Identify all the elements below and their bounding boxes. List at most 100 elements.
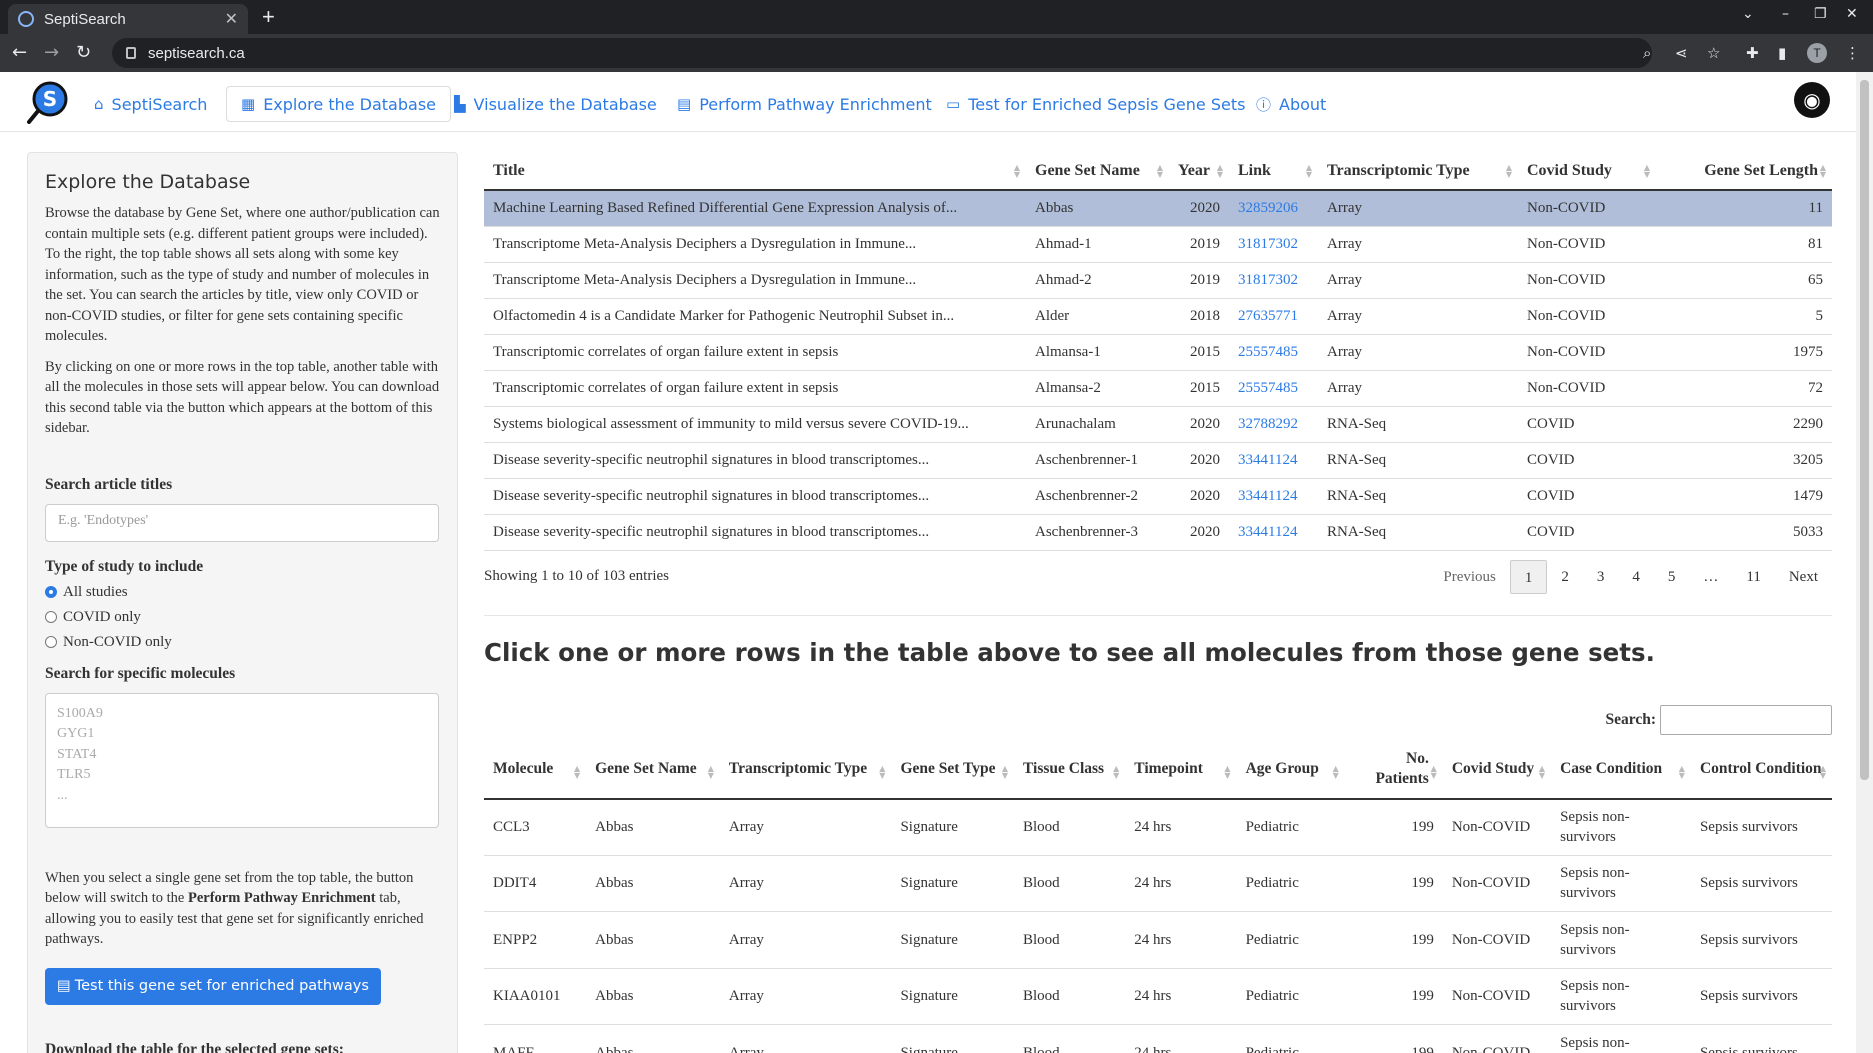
col-covid-study[interactable]: Covid Study ▲ ▼	[1442, 740, 1552, 800]
browser-menu-icon[interactable]: ⋮	[1845, 44, 1860, 62]
table-row[interactable]: Transcriptome Meta-Analysis Deciphers a …	[484, 262, 1832, 299]
col-molecule[interactable]: Molecule ▲ ▼	[484, 740, 587, 800]
cell-gene-set-type: Signature	[891, 798, 1014, 856]
cell-link[interactable]: 25557485	[1229, 370, 1318, 407]
bookmark-star-icon[interactable]: ☆	[1707, 44, 1720, 62]
study-type-label: Type of study to include	[45, 557, 204, 575]
nav-visualize-database[interactable]: ▙ Visualize the Database	[440, 86, 671, 122]
nav-explore-database[interactable]: ▦ Explore the Database	[226, 86, 451, 122]
septisearch-logo[interactable]: S	[26, 80, 70, 124]
profile-avatar[interactable]: T	[1807, 43, 1827, 63]
col-age-group[interactable]: Age Group ▲ ▼	[1236, 740, 1345, 800]
url-text: septisearch.ca	[148, 44, 245, 62]
cell-link[interactable]: 33441124	[1229, 442, 1318, 479]
minimize-icon[interactable]: –	[1782, 6, 1789, 22]
col-transcriptomic-type[interactable]: Transcriptomic Type ▲ ▼	[719, 740, 892, 800]
table-row[interactable]: Systems biological assessment of immunit…	[484, 406, 1832, 443]
col-gene-set-name[interactable]: Gene Set Name ▲ ▼	[1026, 152, 1169, 191]
pager-page-5[interactable]: 5	[1654, 560, 1690, 594]
pager-next[interactable]: Next	[1775, 560, 1832, 594]
url-field[interactable]: septisearch.ca	[112, 38, 1652, 68]
pager-ellipsis: …	[1703, 568, 1719, 585]
close-tab-icon[interactable]: ✕	[225, 9, 238, 29]
radio-selected-icon	[45, 586, 57, 598]
cell-gene-set-name: Abbas	[586, 968, 720, 1025]
table-row[interactable]: ENPP2 Abbas Array Signature Blood 24 hrs Pedia…	[484, 911, 1832, 969]
col-covid-study[interactable]: Covid Study ▲ ▼	[1518, 152, 1656, 191]
side-panel-icon[interactable]: ▮	[1778, 44, 1786, 62]
col-gene-set-name[interactable]: Gene Set Name ▲ ▼	[586, 740, 720, 800]
restore-icon[interactable]: ❐	[1814, 6, 1827, 22]
nav-pathway-enrichment[interactable]: ▤ Perform Pathway Enrichment	[663, 86, 946, 122]
pager-page-4[interactable]: 4	[1618, 560, 1654, 594]
col-gene-set-length[interactable]: Gene Set Length ▲ ▼	[1656, 152, 1832, 191]
table-row[interactable]: Olfactomedin 4 is a Candidate Marker for…	[484, 298, 1832, 335]
cell-link[interactable]: 31817302	[1229, 262, 1318, 299]
search-titles-label: Search article titles	[45, 475, 173, 493]
browser-tab[interactable]: SeptiSearch ✕	[8, 4, 248, 34]
radio-covid-only[interactable]: COVID only	[45, 605, 440, 630]
table-row[interactable]: CCL3 Abbas Array Signature Blood 24 hrs Pediat…	[484, 798, 1832, 856]
col-control-condition[interactable]: Control Condition ▲ ▼	[1690, 740, 1832, 800]
col-link[interactable]: Link ▲ ▼	[1229, 152, 1318, 191]
table-row[interactable]: Transcriptome Meta-Analysis Deciphers a …	[484, 226, 1832, 263]
sort-icon: ▲ ▼	[1678, 763, 1685, 780]
nav-test-enriched-sets[interactable]: ▭ Test for Enriched Sepsis Gene Sets	[932, 86, 1259, 122]
table-row[interactable]: Disease severity-specific neutrophil sig…	[484, 478, 1832, 515]
github-icon[interactable]: ◉	[1794, 82, 1830, 118]
col-no-patients[interactable]: No. Patients ▲ ▼	[1344, 740, 1443, 800]
col-gene-set-type[interactable]: Gene Set Type ▲ ▼	[891, 740, 1014, 800]
search-titles-input[interactable]: E.g. 'Endotypes'	[45, 503, 439, 542]
cell-year: 2019	[1169, 226, 1229, 263]
cell-type: Array	[1318, 226, 1518, 263]
table-row[interactable]: DDIT4 Abbas Array Signature Blood 24 hrs Pedia…	[484, 855, 1832, 912]
cell-link[interactable]: 33441124	[1229, 514, 1318, 551]
table-row[interactable]: Disease severity-specific neutrophil sig…	[484, 514, 1832, 551]
cell-link[interactable]: 27635771	[1229, 298, 1318, 335]
table-row[interactable]: MAFF Abbas Array Signature Blood 24 hrs Pediat…	[484, 1024, 1832, 1053]
radio-all-studies[interactable]: All studies	[45, 580, 440, 605]
pager-page-11[interactable]: 11	[1732, 560, 1774, 594]
cell-covid: COVID	[1518, 442, 1656, 479]
cell-link[interactable]: 25557485	[1229, 334, 1318, 371]
col-timepoint[interactable]: Timepoint ▲ ▼	[1125, 740, 1237, 800]
zoom-icon[interactable]: ⌕	[1643, 44, 1651, 62]
table-row[interactable]: Machine Learning Based Refined Different…	[484, 190, 1832, 227]
header-label: Covid Study	[1451, 760, 1535, 777]
nav-septisearch[interactable]: ⌂ SeptiSearch	[80, 86, 221, 122]
cell-link[interactable]: 33441124	[1229, 478, 1318, 515]
radio-non-covid-only[interactable]: Non-COVID only	[45, 630, 440, 655]
pager-page-3[interactable]: 3	[1583, 560, 1619, 594]
forward-icon[interactable]: →	[44, 42, 59, 63]
cell-age-group: Pediatric	[1236, 798, 1345, 856]
cell-link[interactable]: 32788292	[1229, 406, 1318, 443]
tab-search-icon[interactable]: ⌄	[1742, 6, 1754, 22]
table-row[interactable]: Transcriptomic correlates of organ failu…	[484, 370, 1832, 407]
col-transcriptomic-type[interactable]: Transcriptomic Type ▲ ▼	[1318, 152, 1518, 191]
reload-icon[interactable]: ↻	[76, 42, 91, 63]
col-title[interactable]: Title ▲ ▼	[484, 152, 1026, 191]
test-enriched-pathways-button[interactable]: ▤ Test this gene set for enriched pathway…	[45, 967, 381, 1005]
pager-page-1[interactable]: 1	[1509, 559, 1548, 594]
pager-previous[interactable]: Previous	[1429, 560, 1510, 594]
nav-about[interactable]: ⓘ About	[1242, 86, 1340, 122]
col-year[interactable]: Year ▲ ▼	[1169, 152, 1229, 191]
close-window-icon[interactable]: ✕	[1846, 6, 1858, 22]
share-icon[interactable]: ⋖	[1675, 44, 1688, 62]
col-tissue-class[interactable]: Tissue Class ▲ ▼	[1013, 740, 1126, 800]
cell-control-condition: Sepsis survivors	[1690, 968, 1832, 1025]
table-row[interactable]: Disease severity-specific neutrophil sig…	[484, 442, 1832, 479]
pager-page-2[interactable]: 2	[1547, 560, 1583, 594]
table-row[interactable]: Transcriptomic correlates of organ failu…	[484, 334, 1832, 371]
back-icon[interactable]: ←	[12, 42, 27, 63]
new-tab-icon[interactable]: +	[262, 4, 275, 30]
extensions-icon[interactable]: ✚	[1746, 44, 1759, 62]
cell-link[interactable]: 32859206	[1229, 190, 1318, 227]
table-row[interactable]: KIAA0101 Abbas Array Signature Blood 24 hrs Pe…	[484, 968, 1832, 1025]
molecules-search-input[interactable]	[1660, 704, 1832, 735]
cell-type: Array	[1318, 334, 1518, 371]
molecules-textarea[interactable]: S100A9 GYG1 STAT4 TLR5 ...	[45, 692, 439, 828]
scrollbar-thumb[interactable]	[1860, 80, 1869, 780]
cell-link[interactable]: 31817302	[1229, 226, 1318, 263]
col-case-condition[interactable]: Case Condition ▲ ▼	[1551, 740, 1691, 800]
